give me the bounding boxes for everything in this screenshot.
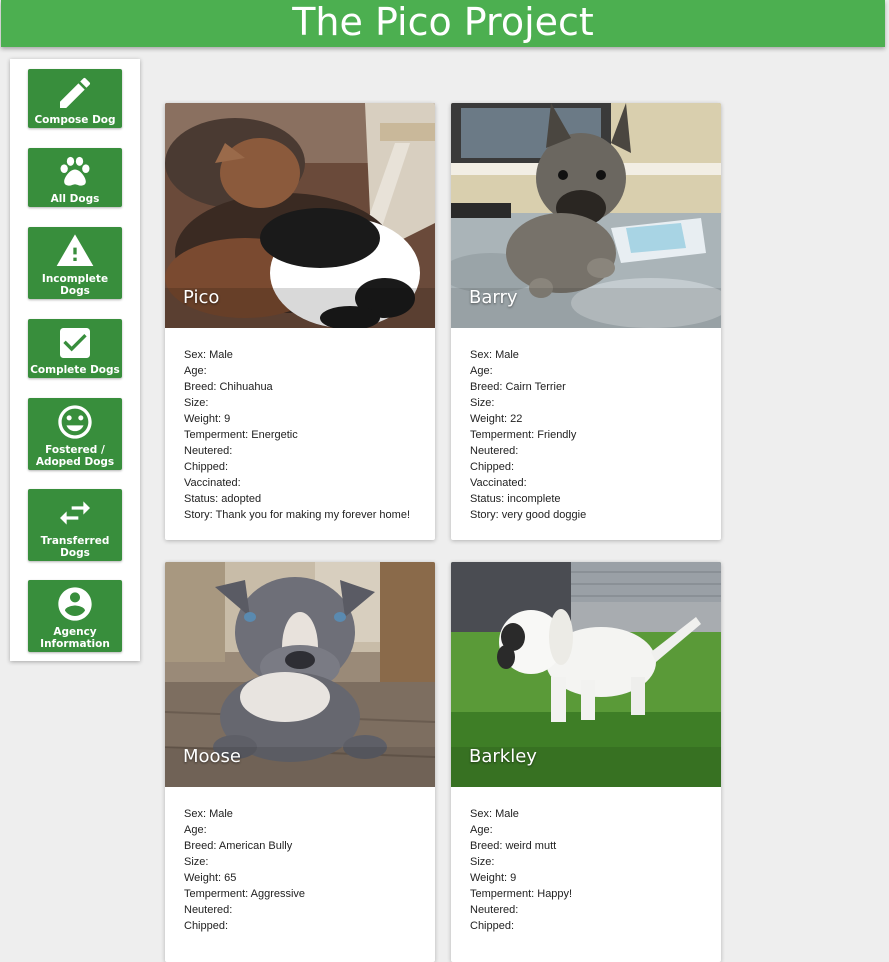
- smiley-icon: [28, 402, 122, 442]
- checkbox-icon: [28, 323, 122, 363]
- dog-temperment: Temperment: Aggressive: [184, 888, 306, 900]
- dog-sex: Sex: Male: [470, 349, 519, 361]
- dog-sex: Sex: Male: [470, 808, 519, 820]
- sidebar: Compose Dog All Dogs Incomplete Dogs Com…: [10, 59, 140, 661]
- dog-name: Pico: [183, 287, 220, 308]
- dog-breed: Breed: Chihuahua: [184, 381, 273, 393]
- dog-age: Age:: [184, 824, 207, 836]
- dog-photo[interactable]: Pico: [165, 103, 435, 328]
- dog-weight: Weight: 65: [184, 872, 237, 884]
- dog-age: Age:: [470, 365, 493, 377]
- dog-card-pico[interactable]: Pico Sex: Male Age: Breed: Chihuahua Siz…: [165, 103, 435, 540]
- dog-neutered: Neutered:: [470, 904, 519, 916]
- dog-sex: Sex: Male: [184, 808, 233, 820]
- dog-sex: Sex: Male: [184, 349, 233, 361]
- dog-breed: Breed: weird mutt: [470, 840, 557, 852]
- dog-chipped: Chipped:: [470, 920, 515, 932]
- dog-size: Size:: [184, 397, 209, 409]
- dog-details: Sex: Male Age: Breed: Chihuahua Size: We…: [165, 328, 435, 537]
- dog-temperment: Temperment: Happy!: [470, 888, 573, 900]
- dog-weight: Weight: 9: [184, 413, 231, 425]
- dog-story: Story: Thank you for making my forever h…: [184, 509, 410, 521]
- dog-card-moose[interactable]: Moose Sex: Male Age: Breed: American Bul…: [165, 562, 435, 962]
- app-header: The Pico Project: [1, 0, 885, 47]
- incomplete-dogs-button[interactable]: Incomplete Dogs: [28, 227, 122, 299]
- dog-neutered: Neutered:: [470, 445, 519, 457]
- dog-temperment: Temperment: Energetic: [184, 429, 298, 441]
- dog-size: Size:: [470, 856, 495, 868]
- dog-name: Moose: [183, 746, 242, 767]
- dog-neutered: Neutered:: [184, 904, 233, 916]
- pencil-icon: [28, 73, 122, 113]
- incomplete-dogs-label: Incomplete Dogs: [41, 273, 109, 297]
- dog-status: Status: incomplete: [470, 493, 561, 505]
- dog-status: Status: adopted: [184, 493, 262, 505]
- complete-dogs-label: Complete Dogs: [30, 364, 120, 376]
- paw-icon: [28, 152, 122, 192]
- compose-dog-label: Compose Dog: [34, 114, 116, 126]
- all-dogs-label: All Dogs: [50, 193, 100, 205]
- compose-dog-button[interactable]: Compose Dog: [28, 69, 122, 128]
- dog-weight: Weight: 22: [470, 413, 523, 425]
- dog-details: Sex: Male Age: Breed: weird mutt Size: W…: [451, 787, 721, 948]
- dog-temperment: Temperment: Friendly: [470, 429, 577, 441]
- dog-name: Barry: [469, 287, 518, 308]
- dog-breed: Breed: American Bully: [184, 840, 293, 852]
- dog-details: Sex: Male Age: Breed: Cairn Terrier Size…: [451, 328, 721, 537]
- dog-details: Sex: Male Age: Breed: American Bully Siz…: [165, 787, 435, 948]
- fostered-adopted-dogs-button[interactable]: Fostered / Adoped Dogs: [28, 398, 122, 470]
- transferred-dogs-label: Transferred Dogs: [40, 535, 110, 559]
- dog-neutered: Neutered:: [184, 445, 233, 457]
- dog-chipped: Chipped:: [184, 920, 229, 932]
- app-title: The Pico Project: [292, 0, 594, 44]
- dog-size: Size:: [184, 856, 209, 868]
- dog-weight: Weight: 9: [470, 872, 517, 884]
- dog-breed: Breed: Cairn Terrier: [470, 381, 566, 393]
- all-dogs-button[interactable]: All Dogs: [28, 148, 122, 207]
- agency-information-button[interactable]: Agency Information: [28, 580, 122, 652]
- dog-chipped: Chipped:: [470, 461, 515, 473]
- dog-age: Age:: [184, 365, 207, 377]
- dog-story: Story: very good doggie: [470, 509, 587, 521]
- dog-photo[interactable]: Barkley: [451, 562, 721, 787]
- account-circle-icon: [28, 584, 122, 624]
- warning-icon: [28, 231, 122, 271]
- dog-photo[interactable]: Moose: [165, 562, 435, 787]
- dog-photo[interactable]: Barry: [451, 103, 721, 328]
- agency-information-label: Agency Information: [40, 626, 110, 650]
- dog-chipped: Chipped:: [184, 461, 229, 473]
- dog-vaccinated: Vaccinated:: [184, 477, 241, 489]
- swap-arrows-icon: [28, 493, 122, 533]
- dog-card-barry[interactable]: Barry Sex: Male Age: Breed: Cairn Terrie…: [451, 103, 721, 540]
- dog-name: Barkley: [469, 746, 537, 767]
- dog-vaccinated: Vaccinated:: [470, 477, 527, 489]
- fostered-adopted-dogs-label: Fostered / Adoped Dogs: [35, 444, 115, 468]
- dog-card-barkley[interactable]: Barkley Sex: Male Age: Breed: weird mutt…: [451, 562, 721, 962]
- transferred-dogs-button[interactable]: Transferred Dogs: [28, 489, 122, 561]
- dog-age: Age:: [470, 824, 493, 836]
- dog-size: Size:: [470, 397, 495, 409]
- complete-dogs-button[interactable]: Complete Dogs: [28, 319, 122, 378]
